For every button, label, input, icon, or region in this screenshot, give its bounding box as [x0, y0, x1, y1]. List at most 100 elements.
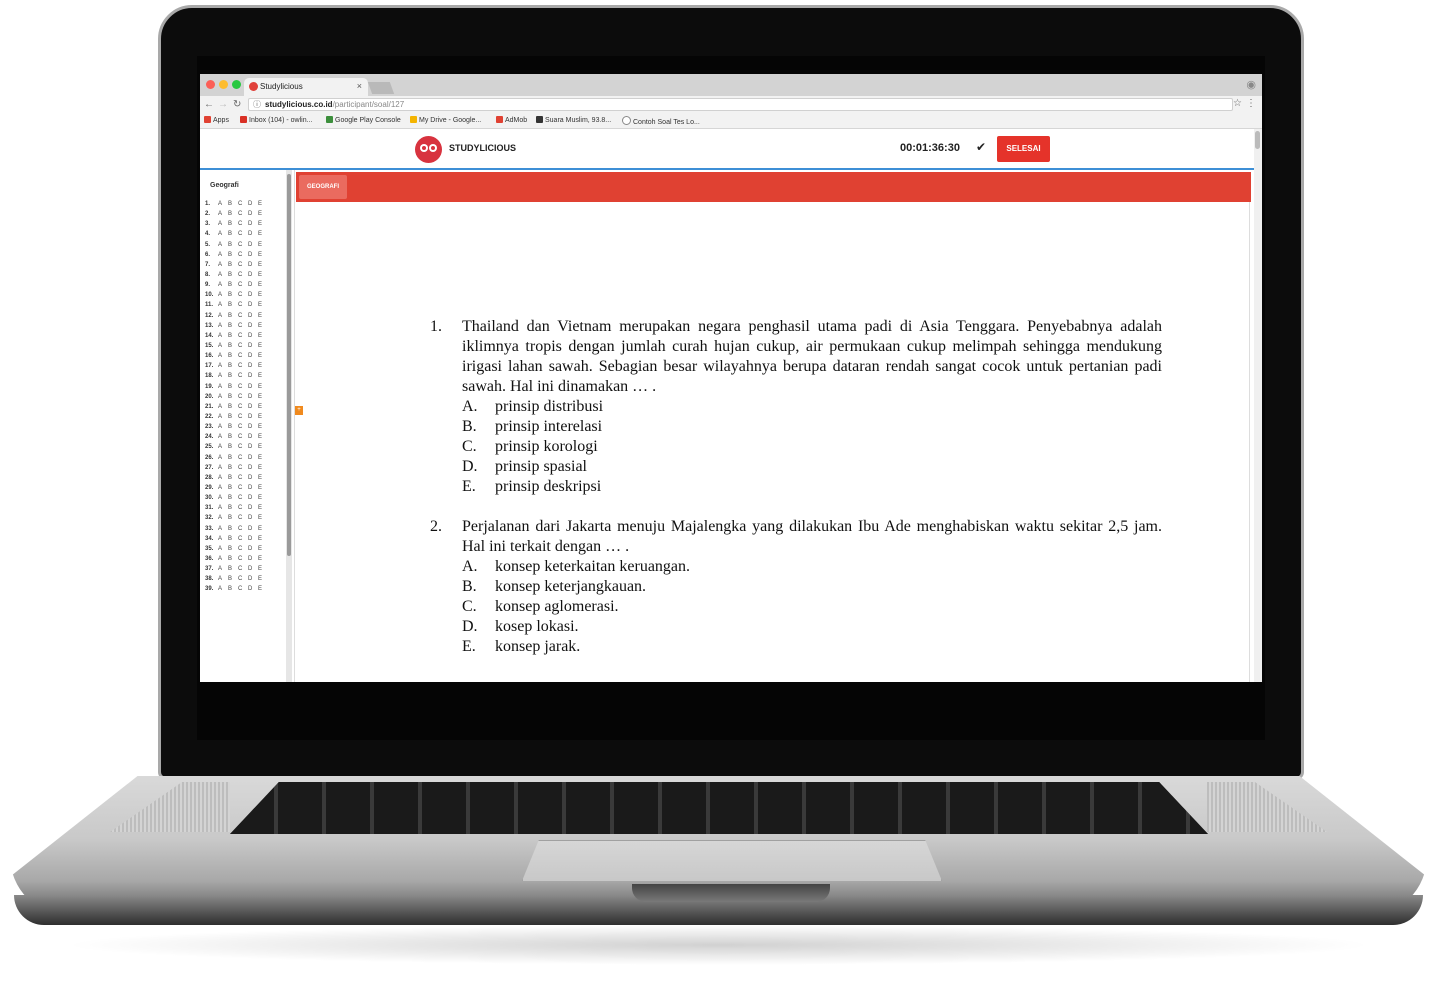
answer-option[interactable]: A: [218, 240, 228, 250]
answer-option[interactable]: C: [238, 341, 248, 351]
answer-option[interactable]: C: [238, 321, 248, 331]
answer-option[interactable]: C: [238, 331, 248, 341]
answer-option[interactable]: A: [218, 483, 228, 493]
answer-row-number[interactable]: 7.: [205, 260, 218, 270]
answer-option[interactable]: C: [238, 473, 248, 483]
answer-option[interactable]: E: [258, 584, 268, 594]
answer-option[interactable]: D: [248, 229, 258, 239]
answer-option[interactable]: D: [248, 402, 258, 412]
answer-row-number[interactable]: 32.: [205, 513, 218, 523]
tab-close-icon[interactable]: ×: [357, 81, 362, 91]
answer-option[interactable]: A: [218, 463, 228, 473]
answer-option[interactable]: A: [218, 229, 228, 239]
finish-button[interactable]: SELESAI: [997, 136, 1050, 162]
answer-option[interactable]: D: [248, 280, 258, 290]
answer-option[interactable]: D: [248, 311, 258, 321]
answer-option[interactable]: D: [248, 524, 258, 534]
answer-option[interactable]: D: [248, 361, 258, 371]
answer-option[interactable]: A: [218, 300, 228, 310]
answer-option[interactable]: E: [258, 199, 268, 209]
answer-option[interactable]: E: [258, 402, 268, 412]
new-tab-button[interactable]: [367, 82, 395, 94]
answer-row-number[interactable]: 36.: [205, 554, 218, 564]
option-d[interactable]: D. prinsip spasial: [462, 457, 587, 477]
answer-option[interactable]: D: [248, 483, 258, 493]
answer-row-number[interactable]: 8.: [205, 270, 218, 280]
answer-row-number[interactable]: 28.: [205, 473, 218, 483]
answer-option[interactable]: D: [248, 371, 258, 381]
option-a[interactable]: A. prinsip distribusi: [462, 397, 603, 417]
tab-geografi[interactable]: GEOGRAFI: [299, 175, 348, 199]
answer-option[interactable]: E: [258, 371, 268, 381]
answer-option[interactable]: E: [258, 574, 268, 584]
answer-option[interactable]: A: [218, 290, 228, 300]
sidebar-scrollbar[interactable]: [286, 170, 292, 682]
answer-row-number[interactable]: 4.: [205, 229, 218, 239]
answer-option[interactable]: D: [248, 199, 258, 209]
answer-option[interactable]: E: [258, 290, 268, 300]
answer-option[interactable]: A: [218, 270, 228, 280]
answer-option[interactable]: B: [228, 473, 238, 483]
expand-sidebar-icon[interactable]: +: [295, 406, 303, 415]
answer-option[interactable]: C: [238, 483, 248, 493]
answer-option[interactable]: C: [238, 351, 248, 361]
answer-option[interactable]: C: [238, 564, 248, 574]
answer-option[interactable]: D: [248, 493, 258, 503]
page-scrollbar[interactable]: [1254, 129, 1262, 682]
answer-option[interactable]: B: [228, 442, 238, 452]
option-a[interactable]: A. konsep keterkaitan keruangan.: [462, 557, 690, 577]
answer-option[interactable]: B: [228, 300, 238, 310]
answer-option[interactable]: E: [258, 524, 268, 534]
answer-option[interactable]: A: [218, 513, 228, 523]
answer-option[interactable]: D: [248, 432, 258, 442]
answer-row-number[interactable]: 27.: [205, 463, 218, 473]
answer-option[interactable]: B: [228, 463, 238, 473]
answer-option[interactable]: B: [228, 371, 238, 381]
answer-option[interactable]: E: [258, 442, 268, 452]
answer-row-number[interactable]: 29.: [205, 483, 218, 493]
answer-row-number[interactable]: 35.: [205, 544, 218, 554]
option-c[interactable]: C. konsep aglomerasi.: [462, 597, 619, 617]
answer-option[interactable]: B: [228, 260, 238, 270]
answer-option[interactable]: B: [228, 453, 238, 463]
answer-row-number[interactable]: 15.: [205, 341, 218, 351]
answer-option[interactable]: B: [228, 321, 238, 331]
answer-option[interactable]: C: [238, 412, 248, 422]
answer-option[interactable]: D: [248, 534, 258, 544]
answer-option[interactable]: B: [228, 534, 238, 544]
answer-option[interactable]: B: [228, 341, 238, 351]
answer-option[interactable]: B: [228, 290, 238, 300]
answer-option[interactable]: B: [228, 280, 238, 290]
answer-option[interactable]: E: [258, 209, 268, 219]
answer-row-number[interactable]: 3.: [205, 219, 218, 229]
answer-option[interactable]: E: [258, 260, 268, 270]
answer-option[interactable]: D: [248, 351, 258, 361]
answer-option[interactable]: E: [258, 493, 268, 503]
answer-option[interactable]: C: [238, 463, 248, 473]
answer-option[interactable]: B: [228, 513, 238, 523]
answer-row-number[interactable]: 26.: [205, 453, 218, 463]
answer-option[interactable]: A: [218, 524, 228, 534]
answer-option[interactable]: A: [218, 280, 228, 290]
answer-option[interactable]: A: [218, 574, 228, 584]
bookmark-my-drive[interactable]: My Drive - Google...: [410, 116, 481, 124]
url-input[interactable]: ⓘ studylicious.co.id/participant/soal/12…: [248, 98, 1233, 111]
answer-option[interactable]: A: [218, 412, 228, 422]
answer-option[interactable]: D: [248, 564, 258, 574]
answer-option[interactable]: B: [228, 219, 238, 229]
answer-option[interactable]: B: [228, 229, 238, 239]
bookmark-play-console[interactable]: Google Play Console: [326, 116, 401, 124]
answer-option[interactable]: C: [238, 493, 248, 503]
answer-option[interactable]: E: [258, 473, 268, 483]
answer-option[interactable]: C: [238, 311, 248, 321]
answer-option[interactable]: B: [228, 331, 238, 341]
answer-option[interactable]: A: [218, 564, 228, 574]
answer-row-number[interactable]: 31.: [205, 503, 218, 513]
answer-option[interactable]: A: [218, 392, 228, 402]
answer-option[interactable]: E: [258, 534, 268, 544]
owl-logo-icon[interactable]: [415, 136, 442, 163]
answer-option[interactable]: A: [218, 432, 228, 442]
answer-option[interactable]: D: [248, 260, 258, 270]
answer-row-number[interactable]: 38.: [205, 574, 218, 584]
answer-option[interactable]: B: [228, 250, 238, 260]
